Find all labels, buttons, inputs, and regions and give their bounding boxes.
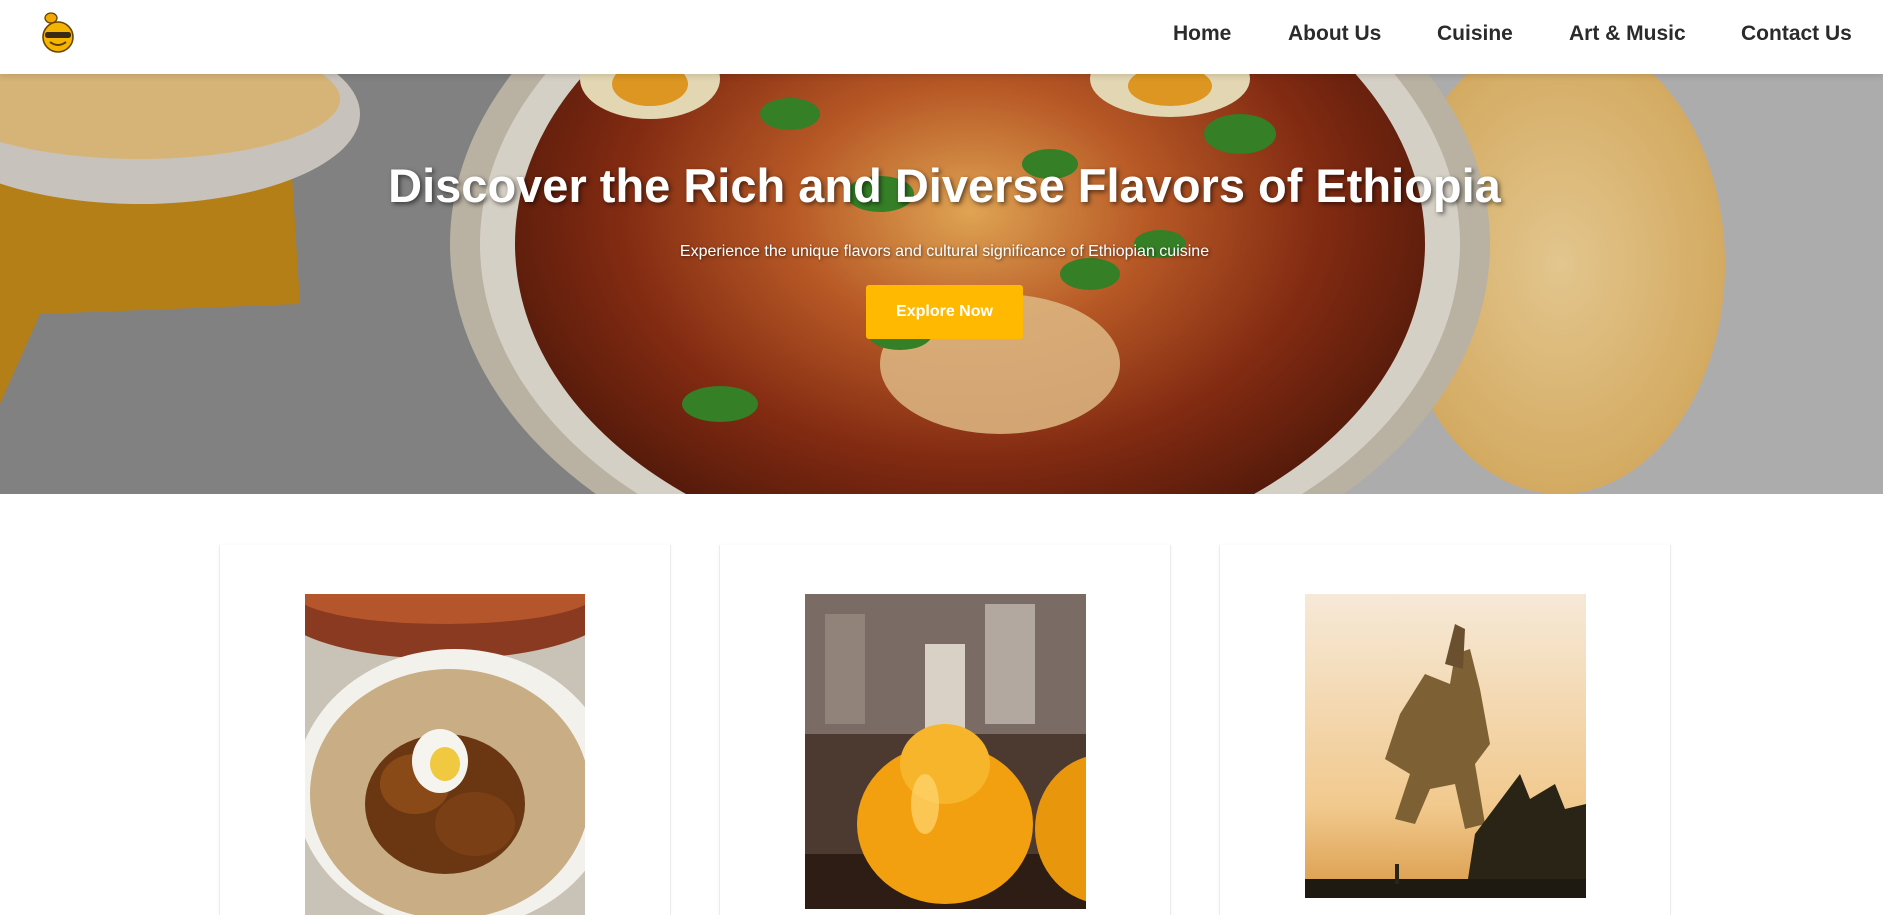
navbar: Home About Us Cuisine Art & Music Contac… (0, 0, 1883, 74)
explore-now-button[interactable]: Explore Now (866, 285, 1023, 339)
hero-subtitle: Experience the unique flavors and cultur… (679, 243, 1210, 260)
nav-about-us-link[interactable]: About Us (1288, 22, 1381, 46)
nav-art-music-link[interactable]: Art & Music (1569, 22, 1686, 46)
equestrian-statue-image[interactable] (1305, 594, 1586, 898)
hero-title: Discover the Rich and Diverse Flavors of… (388, 159, 1501, 212)
doro-wat-image[interactable] (305, 594, 585, 915)
hero-background-image (0, 74, 1883, 494)
chef-mascot-logo-icon[interactable] (38, 10, 78, 54)
feature-card-tej[interactable] (719, 545, 1171, 915)
feature-card-statue[interactable] (1219, 545, 1671, 915)
nav-cuisine-link[interactable]: Cuisine (1437, 22, 1513, 46)
nav-contact-us-link[interactable]: Contact Us (1741, 22, 1852, 46)
feature-card-doro-wat[interactable] (219, 545, 671, 915)
tej-honey-wine-image[interactable] (805, 594, 1086, 909)
nav-home-link[interactable]: Home (1173, 22, 1231, 46)
hero-banner: Discover the Rich and Diverse Flavors of… (0, 74, 1883, 494)
